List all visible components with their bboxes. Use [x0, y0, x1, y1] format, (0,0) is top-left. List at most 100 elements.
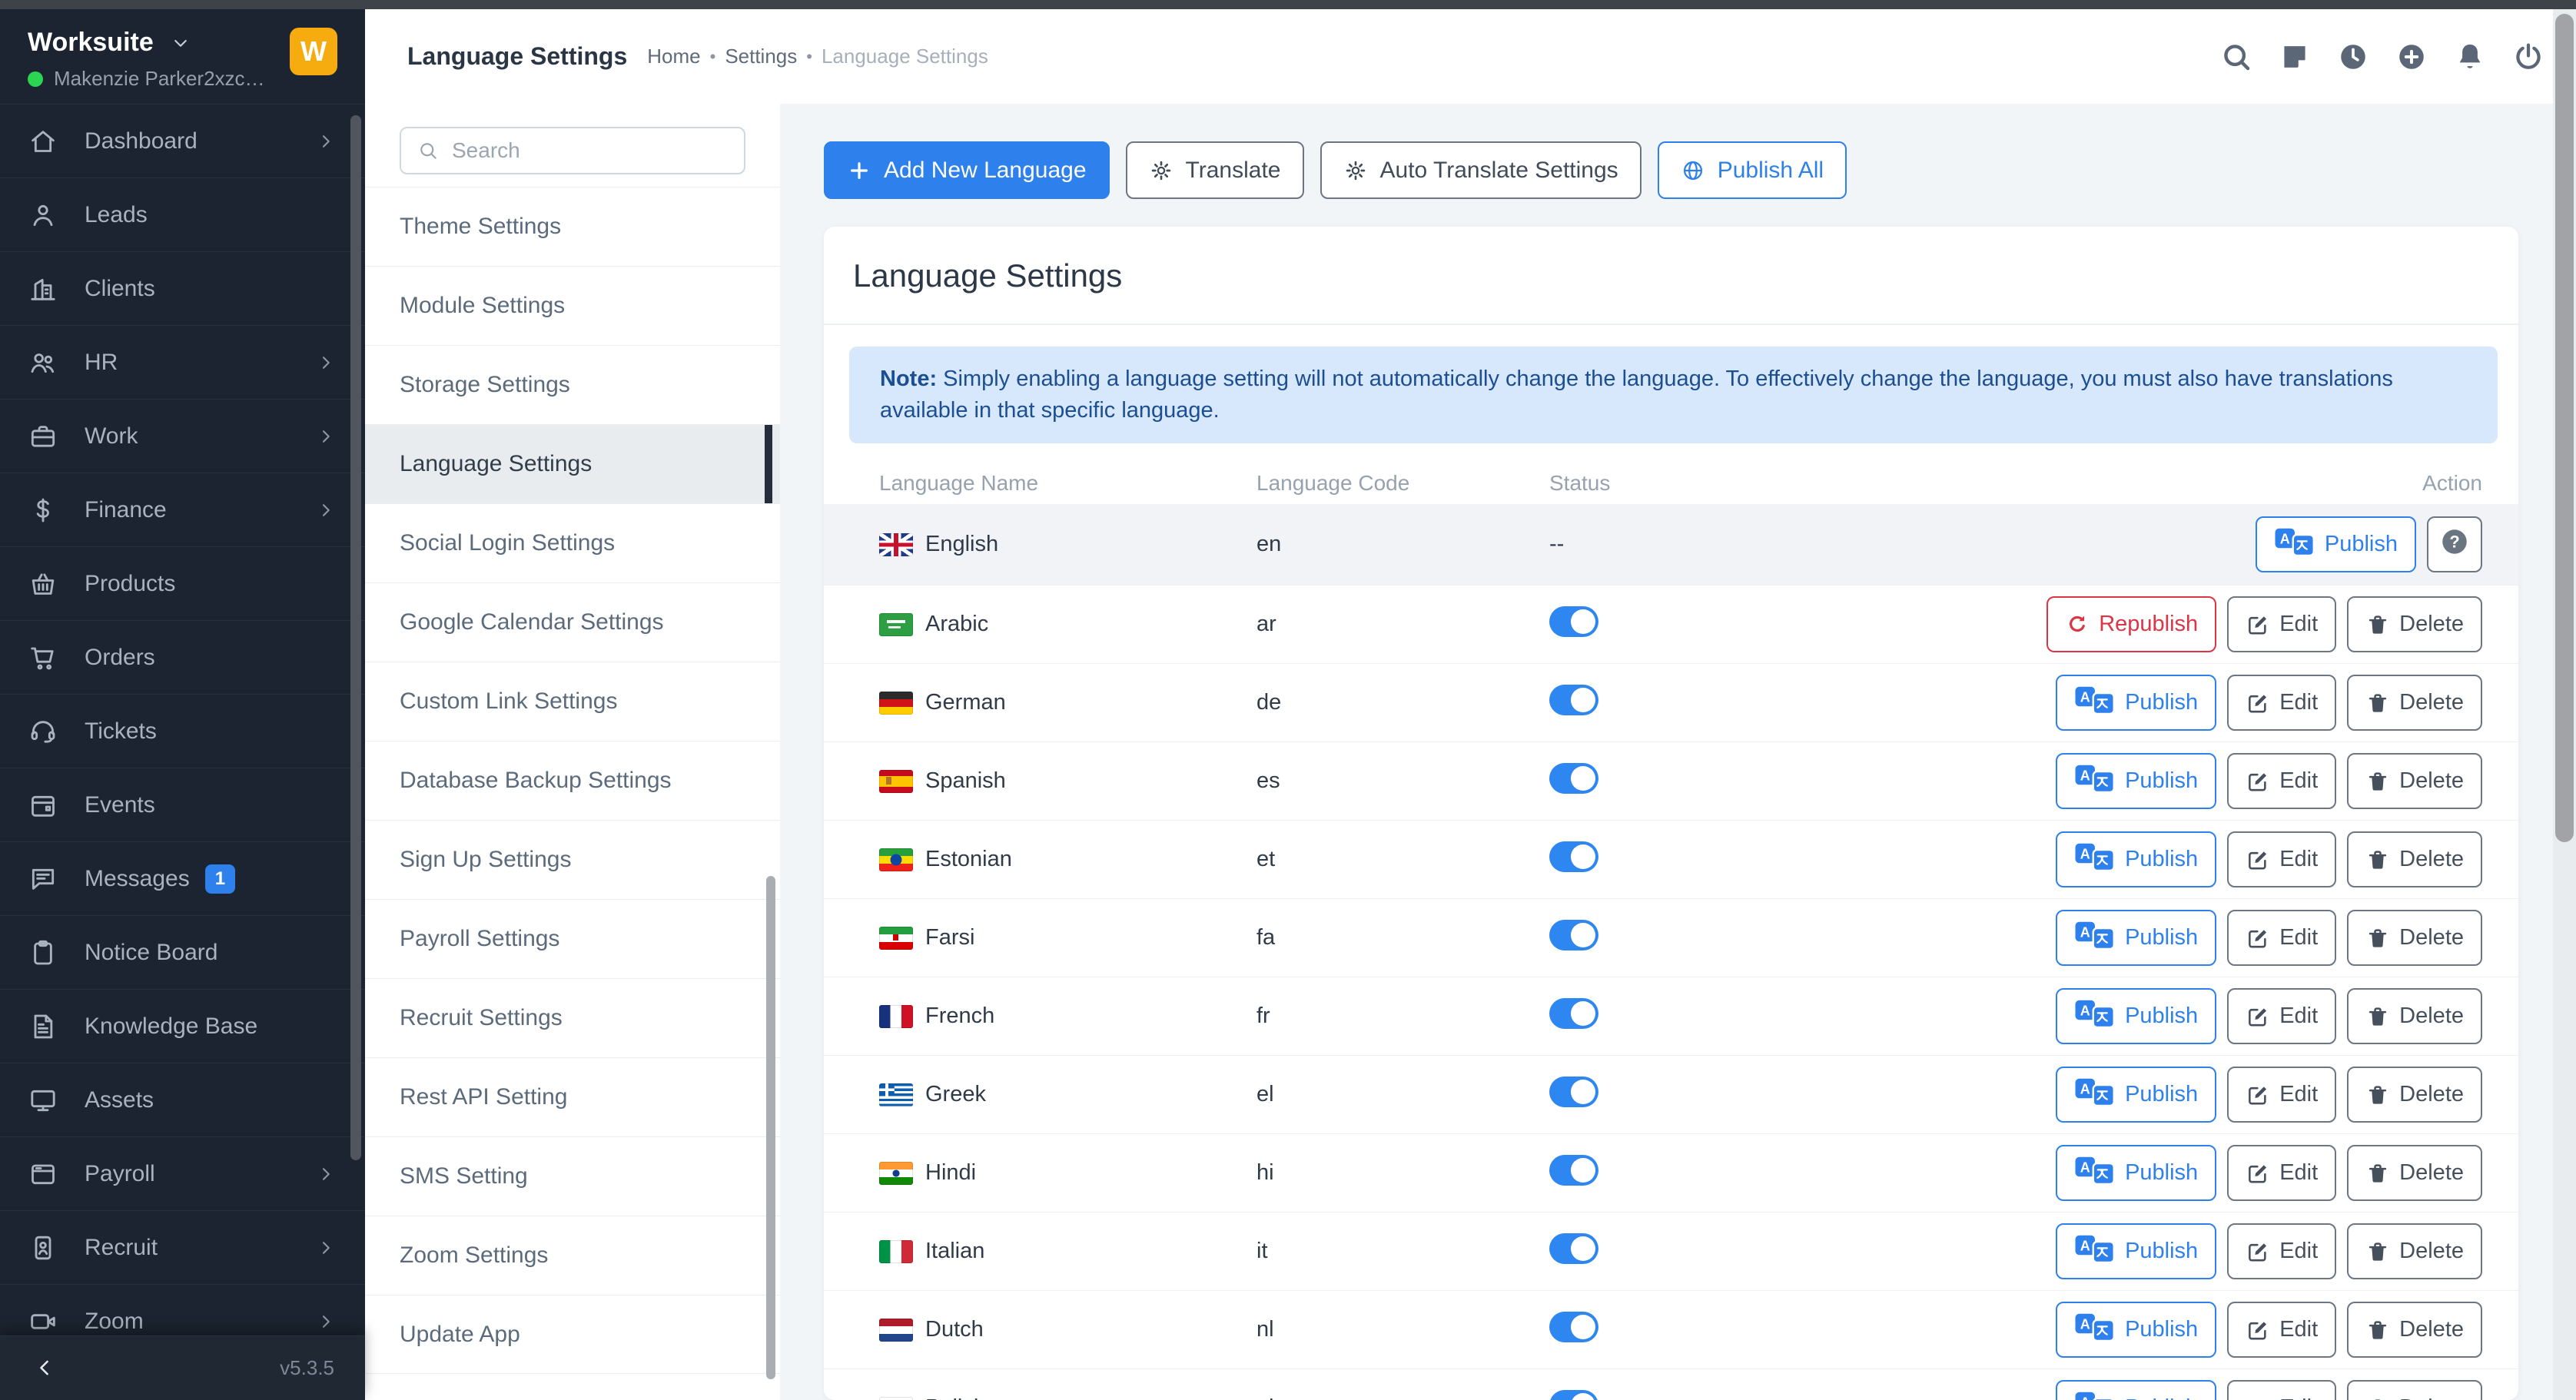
delete-button-farsi[interactable]: Delete	[2347, 910, 2482, 966]
edit-button-dutch[interactable]: Edit	[2227, 1302, 2336, 1358]
delete-button-estonian[interactable]: Delete	[2347, 831, 2482, 887]
settings-item-language-settings[interactable]: Language Settings	[365, 424, 780, 503]
sidebar-item-tickets[interactable]: Tickets	[0, 695, 365, 768]
auto-translate-settings-button[interactable]: Auto Translate Settings	[1320, 141, 1642, 199]
sidebar-item-leads[interactable]: Leads	[0, 178, 365, 252]
sidebar-item-orders[interactable]: Orders	[0, 621, 365, 695]
add-new-language-button[interactable]: Add New Language	[824, 141, 1110, 199]
publish-button-italian[interactable]: APublish	[2056, 1223, 2216, 1279]
status-toggle-french[interactable]	[1549, 998, 1598, 1029]
sidebar-item-clients[interactable]: Clients	[0, 252, 365, 326]
notifications-bell-icon[interactable]	[2453, 40, 2487, 74]
edit-button-estonian[interactable]: Edit	[2227, 831, 2336, 887]
publish-button-hindi[interactable]: APublish	[2056, 1145, 2216, 1201]
sidebar-item-payroll[interactable]: Payroll	[0, 1137, 365, 1211]
settings-item-payroll-settings[interactable]: Payroll Settings	[365, 899, 780, 978]
sidebar-item-notice-board[interactable]: Notice Board	[0, 916, 365, 990]
publish-button-polish[interactable]: APublish	[2056, 1380, 2216, 1400]
trash-icon	[2365, 1318, 2390, 1342]
status-toggle-arabic[interactable]	[1549, 606, 1598, 637]
settings-item-zoom-settings[interactable]: Zoom Settings	[365, 1216, 780, 1295]
page-scrollbar[interactable]	[2553, 9, 2576, 1400]
publish-button-german[interactable]: APublish	[2056, 675, 2216, 731]
sidebar-item-finance[interactable]: Finance	[0, 473, 365, 547]
edit-button-french[interactable]: Edit	[2227, 988, 2336, 1044]
publish-button-farsi[interactable]: APublish	[2056, 910, 2216, 966]
sidebar-item-hr[interactable]: HR	[0, 326, 365, 400]
collapse-sidebar-button[interactable]	[31, 1355, 58, 1382]
publish-button-english[interactable]: APublish	[2256, 516, 2416, 572]
settings-item-google-calendar-settings[interactable]: Google Calendar Settings	[365, 582, 780, 662]
edit-button-polish[interactable]: Edit	[2227, 1380, 2336, 1400]
edit-button-arabic[interactable]: Edit	[2227, 596, 2336, 652]
table-header: Language Name Language Code Status Actio…	[824, 462, 2518, 504]
settings-search-input[interactable]	[452, 138, 729, 163]
status-toggle-spanish[interactable]	[1549, 763, 1598, 794]
settings-item-social-login-settings[interactable]: Social Login Settings	[365, 503, 780, 582]
edit-button-hindi[interactable]: Edit	[2227, 1145, 2336, 1201]
settings-item-sms-setting[interactable]: SMS Setting	[365, 1136, 780, 1216]
status-toggle-farsi[interactable]	[1549, 920, 1598, 950]
settings-item-module-settings[interactable]: Module Settings	[365, 266, 780, 345]
help-button-english[interactable]: ?	[2427, 516, 2482, 572]
settings-item-sign-up-settings[interactable]: Sign Up Settings	[365, 820, 780, 899]
status-toggle-hindi[interactable]	[1549, 1155, 1598, 1186]
edit-button-farsi[interactable]: Edit	[2227, 910, 2336, 966]
settings-scrollbar[interactable]	[766, 876, 775, 1379]
settings-item-custom-link-settings[interactable]: Custom Link Settings	[365, 662, 780, 741]
sidebar-item-products[interactable]: Products	[0, 547, 365, 621]
republish-button-arabic[interactable]: Republish	[2047, 596, 2216, 652]
add-new-icon[interactable]	[2395, 40, 2428, 74]
sidebar-item-assets[interactable]: Assets	[0, 1063, 365, 1137]
translate-button[interactable]: Translate	[1126, 141, 1304, 199]
publish-button-dutch[interactable]: APublish	[2056, 1302, 2216, 1358]
edit-button-german[interactable]: Edit	[2227, 675, 2336, 731]
status-toggle-german[interactable]	[1549, 685, 1598, 715]
sidebar-item-dashboard[interactable]: Dashboard	[0, 105, 365, 178]
status-toggle-polish[interactable]	[1549, 1390, 1598, 1400]
sidebar-item-events[interactable]: Events	[0, 768, 365, 842]
publish-button-greek[interactable]: APublish	[2056, 1067, 2216, 1123]
settings-item-rest-api-setting[interactable]: Rest API Setting	[365, 1057, 780, 1136]
settings-item-theme-settings[interactable]: Theme Settings	[365, 187, 780, 266]
page-scrollbar-thumb[interactable]	[2555, 14, 2574, 842]
delete-button-arabic[interactable]: Delete	[2347, 596, 2482, 652]
sticky-note-icon[interactable]	[2278, 40, 2312, 74]
delete-button-dutch[interactable]: Delete	[2347, 1302, 2482, 1358]
workspace-switcher[interactable]: Worksuite Makenzie Parker2xzc… W	[0, 9, 365, 104]
status-toggle-estonian[interactable]	[1549, 841, 1598, 872]
delete-button-german[interactable]: Delete	[2347, 675, 2482, 731]
status-toggle-greek[interactable]	[1549, 1077, 1598, 1107]
delete-button-greek[interactable]: Delete	[2347, 1067, 2482, 1123]
breadcrumb-settings[interactable]: Settings	[725, 45, 797, 68]
sidebar-item-recruit[interactable]: Recruit	[0, 1211, 365, 1285]
edit-button-spanish[interactable]: Edit	[2227, 753, 2336, 809]
publish-button-spanish[interactable]: APublish	[2056, 753, 2216, 809]
sidebar-item-work[interactable]: Work	[0, 400, 365, 473]
delete-button-french[interactable]: Delete	[2347, 988, 2482, 1044]
logout-power-icon[interactable]	[2511, 40, 2545, 74]
delete-button-spanish[interactable]: Delete	[2347, 753, 2482, 809]
settings-item-database-backup-settings[interactable]: Database Backup Settings	[365, 741, 780, 820]
sidebar-item-knowledge-base[interactable]: Knowledge Base	[0, 990, 365, 1063]
sidebar-item-label: Clients	[85, 276, 155, 302]
publish-all-button[interactable]: Publish All	[1658, 141, 1847, 199]
language-name-cell: Arabic	[879, 612, 1256, 637]
edit-button-italian[interactable]: Edit	[2227, 1223, 2336, 1279]
time-log-icon[interactable]	[2336, 40, 2370, 74]
delete-button-hindi[interactable]: Delete	[2347, 1145, 2482, 1201]
status-toggle-dutch[interactable]	[1549, 1312, 1598, 1342]
breadcrumb-home[interactable]: Home	[647, 45, 700, 68]
publish-button-estonian[interactable]: APublish	[2056, 831, 2216, 887]
delete-button-italian[interactable]: Delete	[2347, 1223, 2482, 1279]
delete-button-polish[interactable]: Delete	[2347, 1380, 2482, 1400]
search-icon[interactable]	[2219, 40, 2253, 74]
publish-button-french[interactable]: APublish	[2056, 988, 2216, 1044]
settings-item-storage-settings[interactable]: Storage Settings	[365, 345, 780, 424]
settings-item-update-app[interactable]: Update App	[365, 1295, 780, 1374]
edit-button-greek[interactable]: Edit	[2227, 1067, 2336, 1123]
status-toggle-italian[interactable]	[1549, 1233, 1598, 1264]
settings-item-recruit-settings[interactable]: Recruit Settings	[365, 978, 780, 1057]
sidebar-item-messages[interactable]: Messages1	[0, 842, 365, 916]
sidebar-scrollbar[interactable]	[350, 115, 361, 1160]
